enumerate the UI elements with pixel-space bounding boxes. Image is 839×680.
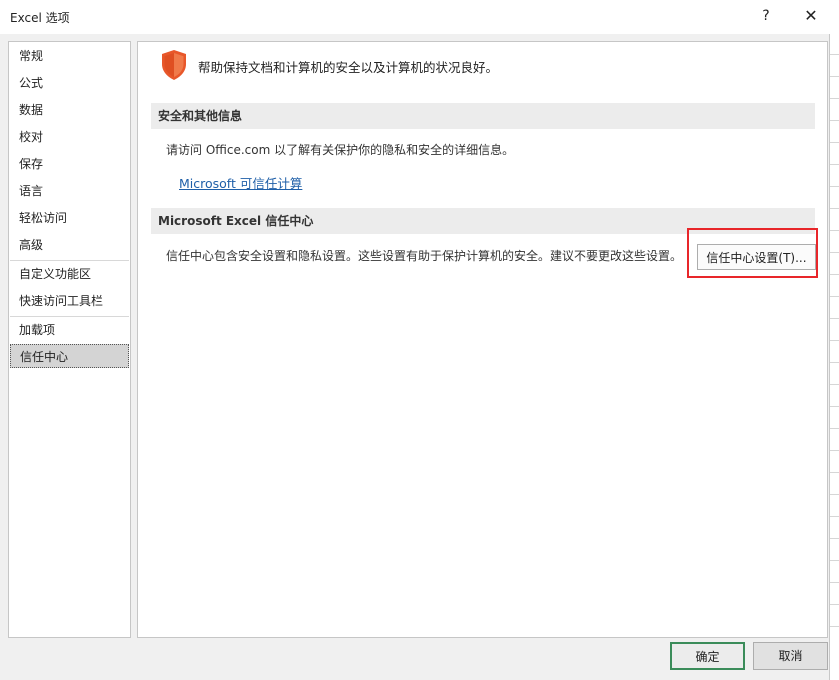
nav-item-accessibility[interactable]: 轻松访问 bbox=[10, 206, 129, 230]
nav-item-customize-ribbon[interactable]: 自定义功能区 bbox=[10, 262, 129, 286]
trust-center-settings-button[interactable]: 信任中心设置(T)... bbox=[697, 244, 816, 270]
nav-item-save[interactable]: 保存 bbox=[10, 152, 129, 176]
nav-item-proofing[interactable]: 校对 bbox=[10, 125, 129, 149]
background-sheet-edge bbox=[829, 34, 839, 680]
trust-center-description: 信任中心包含安全设置和隐私设置。这些设置有助于保护计算机的安全。建议不要更改这些… bbox=[166, 249, 683, 263]
nav-item-advanced[interactable]: 高级 bbox=[10, 233, 129, 257]
nav-item-quick-access-toolbar[interactable]: 快速访问工具栏 bbox=[10, 289, 129, 313]
nav-item-formulas[interactable]: 公式 bbox=[10, 71, 129, 95]
ok-button[interactable]: 确定 bbox=[670, 642, 745, 670]
trust-center-panel: 帮助保持文档和计算机的安全以及计算机的状况良好。 安全和其他信息 请访问 Off… bbox=[137, 41, 828, 638]
nav-item-add-ins[interactable]: 加载项 bbox=[10, 318, 129, 342]
cancel-button[interactable]: 取消 bbox=[753, 642, 828, 670]
nav-separator bbox=[10, 260, 129, 261]
help-button[interactable]: ? bbox=[752, 4, 780, 28]
nav-item-language[interactable]: 语言 bbox=[10, 179, 129, 203]
nav-item-data[interactable]: 数据 bbox=[10, 98, 129, 122]
trustworthy-computing-link[interactable]: Microsoft 可信任计算 bbox=[179, 173, 302, 192]
nav-item-trust-center[interactable]: 信任中心 bbox=[10, 344, 129, 368]
excel-options-dialog: Excel 选项 ? ✕ 常规 公式 数据 校对 保存 语言 轻松访问 高级 自… bbox=[0, 0, 839, 680]
nav-item-general[interactable]: 常规 bbox=[10, 44, 129, 68]
privacy-info-text: 请访问 Office.com 以了解有关保护你的隐私和安全的详细信息。 bbox=[166, 143, 515, 157]
shield-icon bbox=[162, 50, 186, 80]
intro-text: 帮助保持文档和计算机的安全以及计算机的状况良好。 bbox=[198, 60, 499, 75]
nav-separator bbox=[10, 316, 129, 317]
section-header-security-info: 安全和其他信息 bbox=[151, 103, 815, 129]
title-bar: Excel 选项 ? ✕ bbox=[0, 0, 839, 34]
options-nav: 常规 公式 数据 校对 保存 语言 轻松访问 高级 自定义功能区 快速访问工具栏… bbox=[8, 41, 131, 638]
close-button[interactable]: ✕ bbox=[796, 4, 826, 28]
window-title: Excel 选项 bbox=[10, 11, 70, 25]
